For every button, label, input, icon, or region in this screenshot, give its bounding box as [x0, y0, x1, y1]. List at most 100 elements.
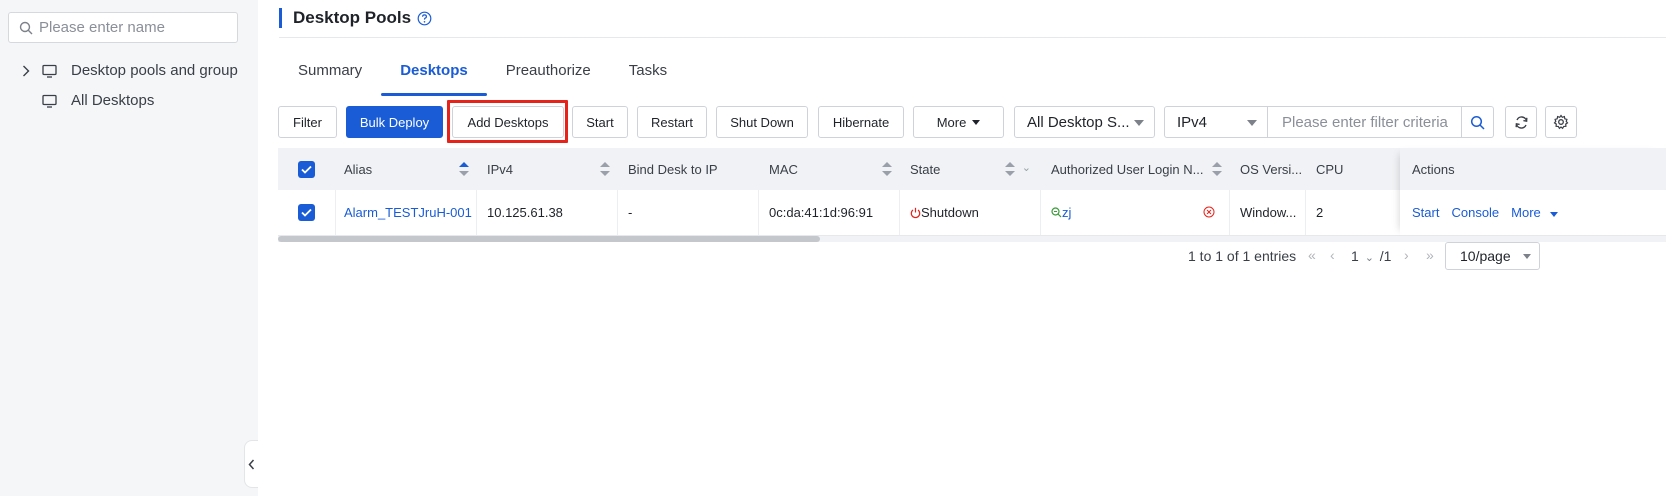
more-label: More — [936, 114, 967, 130]
sidebar: Desktop pools and group All Desktops — [0, 0, 258, 496]
tab-bar: Summary Desktops Preauthorize Tasks — [279, 54, 686, 96]
page-title: Desktop Pools — [293, 8, 412, 27]
column-label: State — [910, 161, 941, 177]
filter-chevron-icon[interactable]: ⌄ — [1022, 161, 1031, 174]
column-label: Alias — [344, 161, 373, 177]
sort-icon[interactable] — [459, 162, 469, 176]
tab-preauthorize[interactable]: Preauthorize — [487, 54, 610, 96]
search-icon — [1470, 115, 1485, 130]
help-icon[interactable] — [417, 11, 432, 26]
dropdown-arrow-icon — [1134, 120, 1144, 126]
select-all-checkbox[interactable] — [298, 148, 318, 190]
column-header-cpu: CPU — [1306, 148, 1400, 190]
current-page-number: 1 — [1351, 248, 1359, 264]
refresh-button[interactable] — [1505, 106, 1537, 138]
caret-down-icon — [972, 119, 981, 125]
hibernate-button[interactable]: Hibernate — [818, 106, 904, 138]
tab-desktops[interactable]: Desktops — [381, 54, 487, 96]
restart-button[interactable]: Restart — [637, 106, 707, 138]
fixed-actions-shadow — [1400, 148, 1666, 236]
filter-criteria-input[interactable] — [1282, 113, 1460, 131]
pagination: 1 to 1 of 1 entries « ‹ 1 ⌄ /1 › » 10/pa… — [258, 242, 1666, 272]
cell-cpu: 2 — [1316, 205, 1324, 220]
ip-type-value: IPv4 — [1177, 113, 1208, 131]
user-search-icon — [1051, 207, 1062, 218]
sidebar-search-box[interactable] — [8, 12, 238, 43]
tab-tasks[interactable]: Tasks — [610, 54, 686, 96]
column-label: CPU — [1316, 161, 1344, 177]
desktop-status-value: All Desktop S... — [1027, 113, 1130, 131]
state-text: Shutdown — [921, 205, 979, 220]
column-label: IPv4 — [487, 161, 514, 177]
ip-type-select[interactable]: IPv4 — [1164, 106, 1268, 138]
checkbox-checked-icon — [298, 160, 315, 178]
first-page-icon[interactable]: « — [1308, 247, 1316, 263]
dropdown-arrow-icon — [1247, 120, 1257, 126]
main-content: Desktop Pools Summary Desktops Preauthor… — [258, 0, 1666, 496]
chevron-left-icon — [248, 459, 255, 469]
add-desktops-button[interactable]: Add Desktops — [452, 106, 564, 138]
filter-criteria-box[interactable] — [1268, 106, 1494, 138]
cell-mac: 0c:da:41:1d:96:91 — [759, 190, 900, 235]
sort-icon[interactable] — [1212, 162, 1222, 176]
column-header-alias[interactable]: Alias — [336, 148, 477, 190]
start-button[interactable]: Start — [572, 106, 628, 138]
cell-ipv4: 10.125.61.38 — [477, 190, 618, 235]
column-header-bind: Bind Desk to IP — [618, 148, 759, 190]
power-off-icon — [910, 207, 921, 218]
desktop-status-select[interactable]: All Desktop S... — [1014, 106, 1155, 138]
column-label: MAC — [769, 161, 798, 177]
monitor-icon — [42, 94, 57, 108]
page-size-value: 10/page — [1460, 248, 1511, 264]
cell-os: Window... — [1230, 190, 1306, 235]
next-page-icon[interactable]: › — [1404, 247, 1409, 263]
monitor-icon — [42, 64, 57, 78]
tree-item-label: All Desktops — [71, 92, 155, 109]
settings-button[interactable] — [1545, 106, 1577, 138]
column-header-ipv4[interactable]: IPv4 — [477, 148, 618, 190]
header-divider — [279, 37, 1666, 38]
refresh-icon — [1515, 115, 1527, 129]
search-icon — [19, 21, 33, 34]
last-page-icon[interactable]: » — [1426, 247, 1434, 263]
column-label: Authorized User Login N... — [1051, 161, 1204, 177]
page-header: Desktop Pools — [279, 8, 432, 28]
column-header-user[interactable]: Authorized User Login N... — [1041, 148, 1230, 190]
sort-icon[interactable] — [882, 162, 892, 176]
desktop-alias-link[interactable]: Alarm_TESTJruH-001 — [344, 205, 472, 220]
filter-button[interactable]: Filter — [278, 106, 337, 138]
user-name-link[interactable]: zj — [1062, 205, 1071, 220]
gear-icon — [1553, 114, 1569, 130]
checkbox-checked-icon — [298, 204, 315, 221]
dropdown-arrow-icon — [1523, 254, 1531, 259]
filter-search-button[interactable] — [1461, 107, 1493, 138]
cell-alias: Alarm_TESTJruH-001 — [336, 190, 477, 235]
column-header-mac[interactable]: MAC — [759, 148, 900, 190]
sidebar-collapse-toggle[interactable] — [244, 440, 258, 488]
cell-user: zj — [1041, 190, 1230, 235]
column-header-os: OS Versi... — [1230, 148, 1306, 190]
column-header-state[interactable]: State ⌄ — [900, 148, 1041, 190]
shut-down-button[interactable]: Shut Down — [716, 106, 808, 138]
tab-summary[interactable]: Summary — [279, 54, 381, 96]
tree-item-all-desktops[interactable]: All Desktops — [42, 92, 154, 109]
row-checkbox[interactable] — [278, 190, 336, 235]
prev-page-icon[interactable]: ‹ — [1330, 247, 1335, 263]
pagination-info: 1 to 1 of 1 entries — [1188, 248, 1297, 264]
tree-item-desktop-pools[interactable]: Desktop pools and group — [20, 62, 238, 79]
title-accent-bar — [279, 8, 282, 28]
total-pages: /1 — [1379, 248, 1392, 264]
current-page[interactable]: 1 ⌄ /1 — [1351, 248, 1391, 264]
sidebar-search-input[interactable] — [39, 19, 229, 36]
bulk-deploy-button[interactable]: Bulk Deploy — [346, 106, 443, 138]
sort-icon[interactable] — [600, 162, 610, 176]
chevron-right-icon[interactable] — [20, 65, 32, 77]
cell-state: Shutdown — [900, 190, 1041, 235]
column-label: OS Versi... — [1240, 161, 1303, 177]
more-dropdown-button[interactable]: More — [913, 106, 1004, 138]
cell-bind: - — [618, 190, 759, 235]
sort-icon[interactable] — [1005, 162, 1015, 176]
page-size-select[interactable]: 10/page — [1445, 242, 1540, 270]
remove-user-icon[interactable] — [1203, 206, 1215, 221]
column-label: Bind Desk to IP — [628, 161, 718, 177]
